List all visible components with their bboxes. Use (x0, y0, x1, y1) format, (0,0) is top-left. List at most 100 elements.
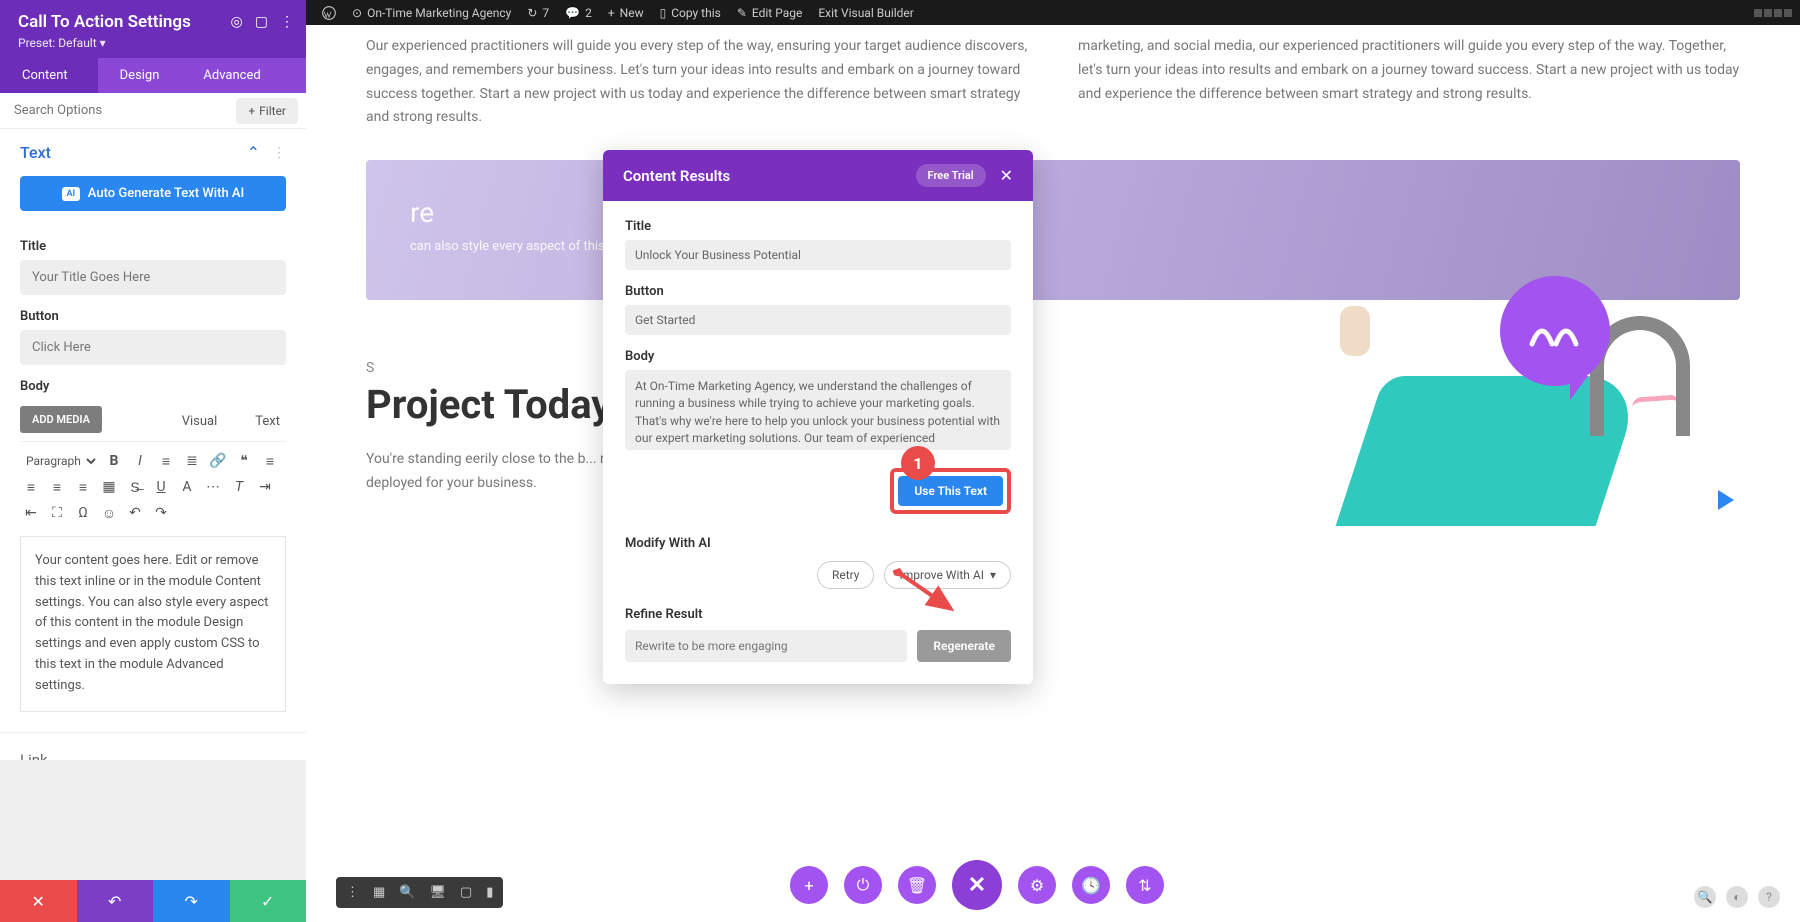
settings-tabs: Content Design Advanced (0, 58, 306, 93)
clear-icon[interactable]: T (228, 476, 250, 498)
wp-comments[interactable]: 💬 2 (557, 6, 600, 20)
content-results-modal: Content Results Free Trial ✕ Title Butto… (603, 150, 1033, 684)
strike-icon[interactable]: S̶ (124, 476, 146, 498)
fullscreen-icon[interactable]: ⛶ (46, 502, 68, 524)
tablet-icon[interactable]: ▢ (460, 885, 472, 900)
emoji-icon[interactable]: ☺ (98, 502, 120, 524)
modal-button-input[interactable] (625, 305, 1011, 335)
table-icon[interactable]: ▦ (98, 476, 120, 498)
wp-exit-vb[interactable]: Exit Visual Builder (810, 6, 922, 20)
underline-icon[interactable]: U (150, 476, 172, 498)
chat-icon[interactable]: ◐ (1726, 886, 1748, 908)
chevron-down-icon: ▾ (990, 568, 996, 582)
expand-icon[interactable]: ▢ (255, 14, 268, 30)
settings-sidebar: Call To Action Settings Preset: Default … (0, 0, 306, 760)
zoom-icon[interactable]: 🔍 (399, 885, 415, 900)
add-media-button[interactable]: ADD MEDIA (20, 406, 102, 433)
wp-logo[interactable] (314, 6, 344, 20)
color-icon[interactable]: A (176, 476, 198, 498)
ai-badge-icon: AI (62, 187, 80, 201)
title-input[interactable] (20, 260, 286, 295)
responsive-icon[interactable]: ◎ (231, 14, 243, 30)
more-vertical-icon[interactable]: ⋮ (346, 885, 359, 900)
modal-button-label: Button (625, 284, 1011, 299)
italic-icon[interactable]: I (129, 450, 151, 472)
wp-new[interactable]: + New (600, 6, 652, 20)
add-fab[interactable]: + (790, 866, 828, 904)
settings-fab[interactable]: ⚙ (1018, 866, 1056, 904)
redo-button[interactable]: ↷ (153, 880, 230, 922)
button-input[interactable] (20, 330, 286, 365)
body-label: Body (0, 365, 306, 400)
regenerate-button[interactable]: Regenerate (917, 630, 1011, 662)
tab-design[interactable]: Design (98, 58, 182, 93)
editor-toolbar: Paragraph B I ≡ ≣ 🔗 ❝ ≡ ≡ ≡ ≡ ▦ S̶ U A ⋯… (20, 441, 286, 524)
improve-with-ai-button[interactable]: Improve With AI ▾ (884, 561, 1011, 589)
step-badge: 1 (901, 446, 935, 480)
filter-button[interactable]: + Filter (236, 98, 298, 124)
more-toolbar-icon[interactable]: ⋯ (202, 476, 224, 498)
editor-text-tab[interactable]: Text (249, 406, 286, 437)
button-label: Button (0, 295, 306, 330)
omega-icon[interactable]: Ω (72, 502, 94, 524)
device-toolbar: ⋮ ▦ 🔍 🖥 ▢ ▮ (336, 877, 503, 908)
chevron-up-icon[interactable]: ⌃ (247, 143, 260, 162)
sidebar-footer: ✕ ↶ ↷ ✓ (0, 880, 306, 922)
wp-copy[interactable]: ▯ Copy this (652, 6, 729, 20)
ul-icon[interactable]: ≡ (155, 450, 177, 472)
indent-icon[interactable]: ⇥ (254, 476, 276, 498)
wp-refresh[interactable]: ↻ 7 (519, 6, 557, 20)
editor-visual-tab[interactable]: Visual (176, 406, 224, 437)
modal-title-input[interactable] (625, 240, 1011, 270)
sort-fab[interactable]: ⇅ (1126, 866, 1164, 904)
trash-fab[interactable]: 🗑 (898, 866, 936, 904)
discard-button[interactable]: ✕ (0, 880, 77, 922)
wp-edit-page[interactable]: ✎ Edit Page (729, 6, 811, 20)
tab-content[interactable]: Content (0, 58, 98, 93)
outdent-icon[interactable]: ⇤ (20, 502, 42, 524)
close-icon[interactable]: ✕ (1000, 166, 1013, 185)
use-this-text-button[interactable]: Use This Text (898, 476, 1003, 506)
link-icon[interactable]: 🔗 (207, 450, 229, 472)
ol-icon[interactable]: ≣ (181, 450, 203, 472)
body-editor[interactable]: Your content goes here. Edit or remove t… (20, 536, 286, 712)
wireframe-icon[interactable]: ▦ (373, 885, 385, 900)
bold-icon[interactable]: B (103, 450, 125, 472)
preview-paragraph-right: marketing, and social media, our experie… (1078, 35, 1740, 130)
wp-user-avatar[interactable] (1754, 9, 1792, 17)
align-center-icon[interactable]: ≡ (20, 476, 42, 498)
refine-input[interactable] (625, 630, 907, 662)
save-button[interactable]: ✓ (230, 880, 307, 922)
modal-body-label: Body (625, 349, 1011, 364)
tab-advanced[interactable]: Advanced (181, 58, 282, 93)
preview-paragraph-left: Our experienced practitioners will guide… (366, 35, 1028, 130)
align-right-icon[interactable]: ≡ (46, 476, 68, 498)
question-icon[interactable]: ? (1758, 886, 1780, 908)
section-link[interactable]: Link⌄ (0, 732, 306, 760)
refine-result-label: Refine Result (625, 607, 1011, 622)
undo-icon[interactable]: ↶ (124, 502, 146, 524)
wp-site-name[interactable]: ⊙ On-Time Marketing Agency (344, 6, 519, 20)
section-text-header[interactable]: Text ⌃⋮ (0, 129, 306, 170)
undo-button[interactable]: ↶ (77, 880, 154, 922)
align-justify-icon[interactable]: ≡ (72, 476, 94, 498)
free-trial-badge[interactable]: Free Trial (916, 164, 986, 187)
close-fab[interactable]: ✕ (952, 860, 1002, 910)
modal-body-textarea[interactable] (625, 370, 1011, 450)
more-icon[interactable]: ⋮ (280, 14, 294, 30)
history-fab[interactable]: 🕓 (1072, 866, 1110, 904)
desktop-icon[interactable]: 🖥 (429, 885, 446, 900)
align-left-icon[interactable]: ≡ (259, 450, 281, 472)
preset-selector[interactable]: Preset: Default ▾ (18, 36, 288, 50)
section-more-icon[interactable]: ⋮ (272, 145, 286, 161)
search-input[interactable] (0, 93, 236, 128)
retry-button[interactable]: Retry (817, 561, 875, 589)
auto-generate-ai-button[interactable]: AI Auto Generate Text With AI (20, 176, 286, 211)
paragraph-select[interactable]: Paragraph (20, 451, 99, 471)
thumb-icon (1340, 306, 1370, 356)
quote-icon[interactable]: ❝ (233, 450, 255, 472)
phone-icon[interactable]: ▮ (486, 885, 493, 900)
help-icon[interactable]: 🔍 (1694, 886, 1716, 908)
redo-icon[interactable]: ↷ (150, 502, 172, 524)
power-fab[interactable]: ⏻ (844, 866, 882, 904)
